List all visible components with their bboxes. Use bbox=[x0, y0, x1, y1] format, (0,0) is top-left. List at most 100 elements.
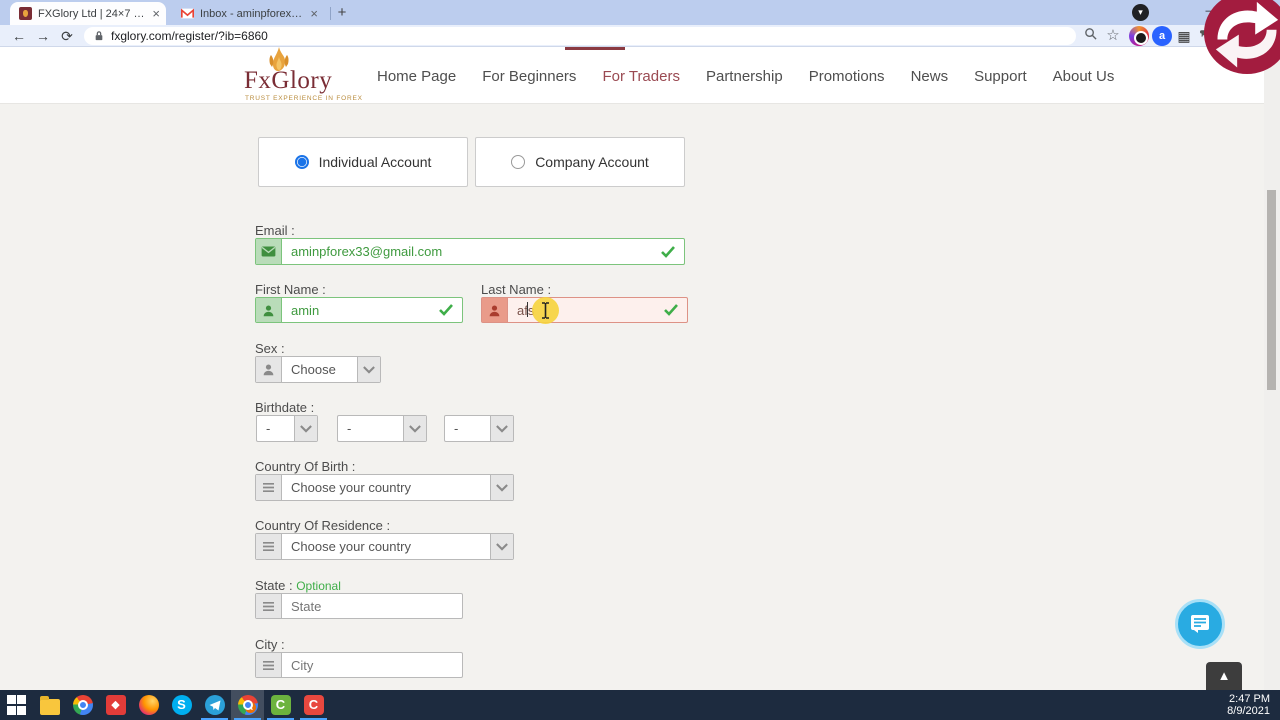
valid-check-icon bbox=[664, 304, 678, 316]
tab-title: FXGlory Ltd | 24×7 Online Forex bbox=[38, 7, 146, 20]
state-label-text: State : bbox=[255, 578, 293, 593]
first-name-field[interactable] bbox=[255, 297, 463, 323]
tab-title: Inbox - aminpforex33@gmail.co bbox=[200, 7, 304, 20]
new-tab-button[interactable]: + bbox=[332, 3, 352, 23]
recorder-red-icon: C bbox=[303, 695, 324, 715]
nav-for-beginners[interactable]: For Beginners bbox=[482, 68, 576, 85]
media-app-button[interactable]: ◆ bbox=[99, 690, 132, 720]
nav-promotions[interactable]: Promotions bbox=[809, 68, 885, 85]
birthdate-day-dropdown[interactable]: - bbox=[256, 415, 318, 442]
list-icon bbox=[256, 653, 282, 677]
telegram-button[interactable] bbox=[198, 690, 231, 720]
city-input[interactable] bbox=[282, 657, 462, 673]
individual-radio[interactable] bbox=[294, 155, 309, 169]
nav-home-page[interactable]: Home Page bbox=[377, 68, 456, 85]
envelope-icon bbox=[256, 239, 282, 264]
scroll-to-top-button[interactable]: ▲ bbox=[1206, 662, 1242, 690]
state-label: State : Optional bbox=[255, 578, 341, 593]
scrollbar-thumb[interactable] bbox=[1267, 190, 1276, 390]
nav-support[interactable]: Support bbox=[974, 68, 1027, 85]
first-name-input[interactable] bbox=[282, 302, 462, 318]
company-label: Company Account bbox=[535, 154, 649, 170]
tab-fxglory[interactable]: FXGlory Ltd | 24×7 Online Forex × bbox=[10, 2, 166, 25]
birthdate-year-dropdown[interactable]: - bbox=[444, 415, 514, 442]
individual-account-option[interactable]: Individual Account bbox=[258, 137, 468, 187]
birthdate-label: Birthdate : bbox=[255, 400, 315, 415]
birthdate-year-value: - bbox=[454, 421, 459, 436]
windows-taskbar: ◆ S A C C 2:47 PM 8/9/2021 bbox=[0, 690, 1280, 720]
person-icon bbox=[256, 357, 282, 382]
firefox-button[interactable] bbox=[132, 690, 165, 720]
person-icon bbox=[482, 298, 508, 322]
list-icon bbox=[256, 475, 282, 500]
chevron-down-icon[interactable] bbox=[490, 475, 513, 500]
sex-value: Choose bbox=[291, 362, 336, 377]
zoom-icon[interactable] bbox=[1080, 26, 1100, 46]
list-icon bbox=[256, 534, 282, 559]
gmail-favicon-icon bbox=[181, 8, 194, 19]
state-field[interactable] bbox=[255, 593, 463, 619]
back-icon[interactable]: ← bbox=[8, 26, 30, 46]
individual-label: Individual Account bbox=[318, 154, 432, 170]
tab-close-icon[interactable]: × bbox=[152, 7, 160, 20]
fxglory-favicon-icon bbox=[19, 7, 32, 20]
start-button[interactable] bbox=[0, 690, 33, 720]
telegram-icon bbox=[204, 695, 225, 715]
tab-close-icon[interactable]: × bbox=[310, 7, 318, 20]
extension-a-icon[interactable]: a bbox=[1152, 26, 1172, 46]
forward-icon[interactable]: → bbox=[32, 26, 54, 46]
recorder-button[interactable]: C bbox=[297, 690, 330, 720]
country-of-birth-value: Choose your country bbox=[291, 480, 411, 495]
camtasia-green-icon: C bbox=[270, 695, 291, 715]
city-field[interactable] bbox=[255, 652, 463, 678]
email-field[interactable] bbox=[255, 238, 685, 265]
birthdate-month-dropdown[interactable]: - bbox=[337, 415, 427, 442]
country-of-birth-dropdown[interactable]: Choose your country bbox=[255, 474, 514, 501]
chevron-down-icon[interactable] bbox=[357, 357, 380, 382]
chevron-down-icon[interactable] bbox=[490, 534, 513, 559]
file-explorer-button[interactable] bbox=[33, 690, 66, 720]
fxglory-logo[interactable]: FxGlory TRUST EXPERIENCE IN FOREX bbox=[244, 47, 364, 103]
bookmark-star-icon[interactable]: ☆ bbox=[1103, 26, 1123, 46]
valid-check-icon bbox=[661, 245, 675, 258]
page-scrollbar[interactable]: ▲ bbox=[1264, 47, 1280, 690]
country-of-residence-dropdown[interactable]: Choose your country bbox=[255, 533, 514, 560]
chrome-profile-button[interactable]: A bbox=[231, 690, 264, 720]
nav-news[interactable]: News bbox=[911, 68, 949, 85]
sex-dropdown[interactable]: Choose bbox=[255, 356, 381, 383]
logo-wordmark: FxGlory bbox=[244, 67, 333, 94]
first-name-label: First Name : bbox=[255, 282, 326, 297]
live-chat-button[interactable] bbox=[1175, 599, 1225, 649]
country-of-residence-value: Choose your country bbox=[291, 539, 411, 554]
address-bar[interactable]: fxglory.com/register/?ib=6860 bbox=[84, 27, 1076, 45]
clock-date: 8/9/2021 bbox=[1227, 705, 1270, 717]
email-input[interactable] bbox=[282, 244, 684, 259]
skype-icon: S bbox=[171, 695, 192, 715]
nav-about-us[interactable]: About Us bbox=[1053, 68, 1115, 85]
reload-icon[interactable]: ⟳ bbox=[56, 26, 78, 46]
url-text[interactable]: fxglory.com/register/?ib=6860 bbox=[111, 29, 268, 43]
nav-for-traders[interactable]: For Traders bbox=[602, 68, 680, 85]
chevron-down-icon[interactable] bbox=[403, 416, 426, 441]
camtasia-button[interactable]: C bbox=[264, 690, 297, 720]
city-label: City : bbox=[255, 637, 285, 652]
chevron-down-icon[interactable] bbox=[294, 416, 317, 441]
chrome-button[interactable] bbox=[66, 690, 99, 720]
browser-toolbar: ← → ⟳ fxglory.com/register/?ib=6860 ☆ a … bbox=[0, 25, 1280, 47]
state-input[interactable] bbox=[282, 598, 462, 614]
nav-partnership[interactable]: Partnership bbox=[706, 68, 783, 85]
site-header: FxGlory TRUST EXPERIENCE IN FOREX Home P… bbox=[0, 47, 1280, 104]
extension-camera-icon[interactable] bbox=[1129, 26, 1149, 46]
taskbar-clock[interactable]: 2:47 PM 8/9/2021 bbox=[1227, 690, 1280, 720]
birthdate-day-value: - bbox=[266, 421, 271, 436]
list-icon bbox=[256, 594, 282, 618]
browser-profile-icon[interactable]: ▾ bbox=[1132, 4, 1149, 21]
company-account-option[interactable]: Company Account bbox=[475, 137, 685, 187]
last-name-field[interactable] bbox=[481, 297, 688, 323]
skype-button[interactable]: S bbox=[165, 690, 198, 720]
mouse-cursor-highlight bbox=[532, 297, 559, 324]
chevron-down-icon[interactable] bbox=[490, 416, 513, 441]
extension-qr-icon[interactable]: ▦ bbox=[1174, 26, 1194, 46]
tab-gmail-inbox[interactable]: Inbox - aminpforex33@gmail.co × bbox=[172, 2, 324, 25]
company-radio[interactable] bbox=[511, 155, 526, 169]
